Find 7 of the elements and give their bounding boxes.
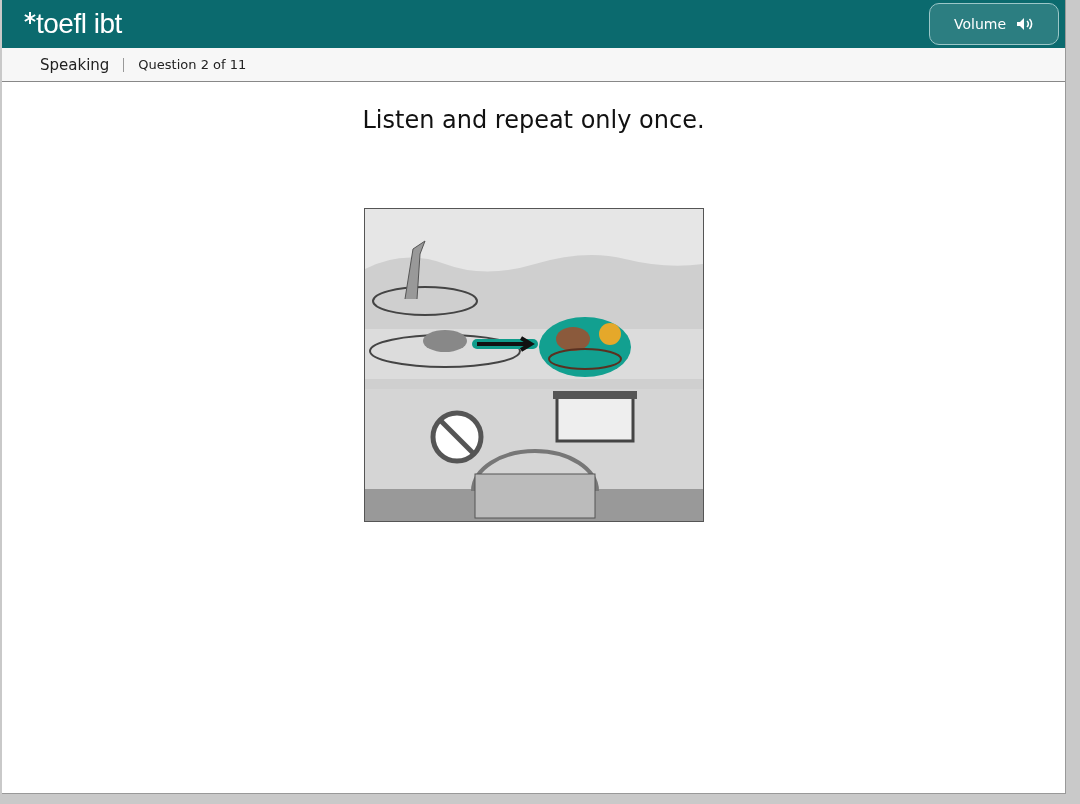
question-counter: Question 2 of 11 [138, 57, 247, 72]
section-label: Speaking [40, 55, 110, 74]
speaker-icon [1016, 17, 1035, 31]
prompt-heading: Listen and repeat only once. [362, 106, 705, 134]
logo: toefl ibt [36, 10, 122, 38]
asterisk-icon [24, 12, 36, 24]
volume-button[interactable]: Volume [929, 3, 1059, 45]
